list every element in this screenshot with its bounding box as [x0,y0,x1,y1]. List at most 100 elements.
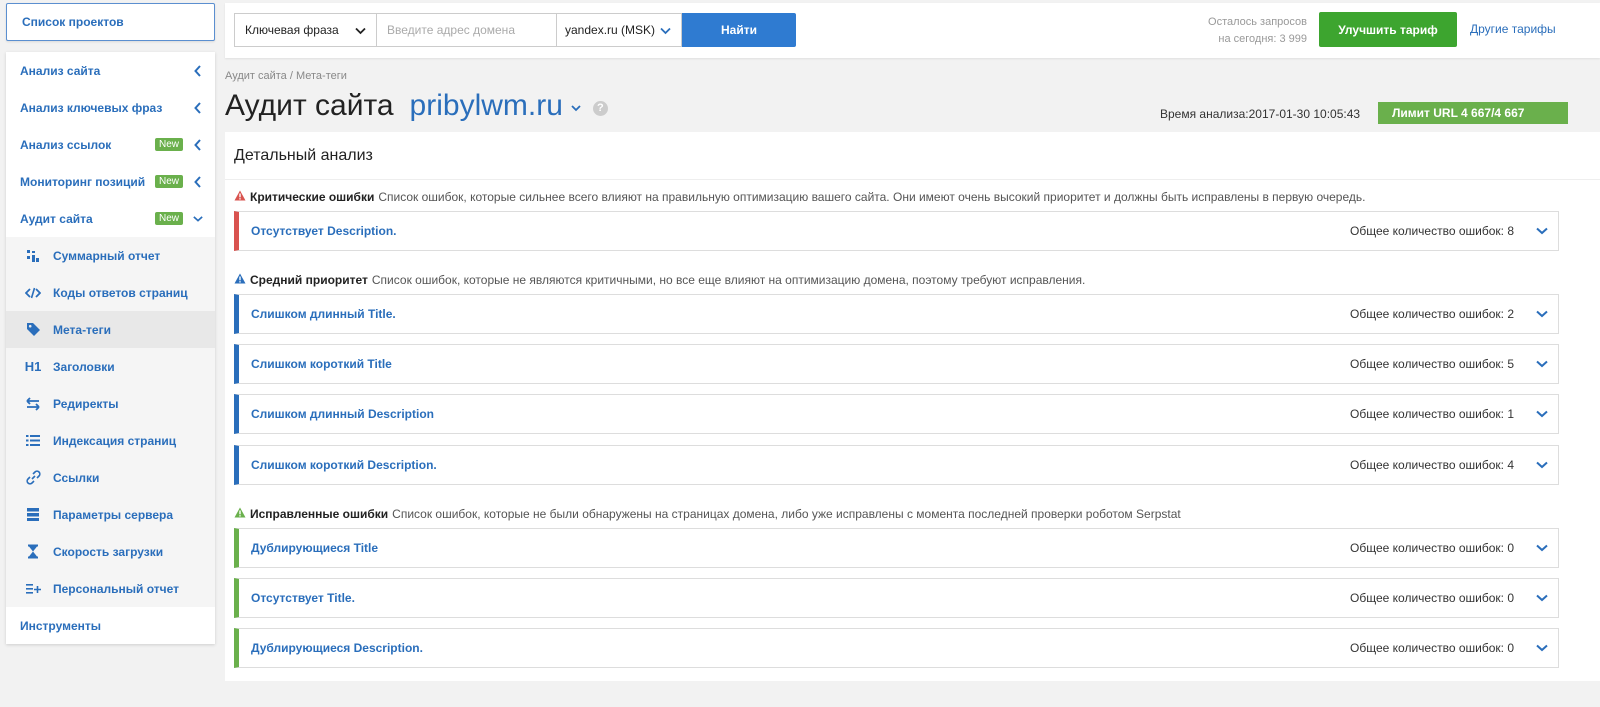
error-row[interactable]: Отсутствует Description. Общее количеств… [234,211,1559,251]
error-row[interactable]: Дублирующиеся Title Общее количество оши… [234,528,1559,568]
sidebar-subitem-headings[interactable]: H1 Заголовки [6,348,215,385]
sidebar-item-site-analysis[interactable]: Анализ сайта [6,52,215,89]
sidebar-subitem-label: Скорость загрузки [53,544,164,559]
sidebar-item-keyword-analysis[interactable]: Анализ ключевых фраз [6,89,215,126]
medium-section-header: Средний приоритет Список ошибок, которые… [234,273,1085,287]
new-badge: New [154,138,183,151]
chevron-left-icon [193,175,203,188]
sidebar-subitem-indexing[interactable]: Индексация страниц [6,422,215,459]
page-title-text: Аудит сайта [225,89,394,122]
remaining-line-2: на сегодня: 3 999 [1218,33,1307,45]
chevron-down-icon [660,24,671,38]
sidebar-subitem-label: Заголовки [53,359,115,374]
sidebar-item-label: Анализ ключевых фраз [20,100,163,115]
panel-title: Детальный анализ [225,132,1600,180]
error-row[interactable]: Слишком длинный Description Общее количе… [234,394,1559,434]
error-count: Общее количество ошибок: 0 [1350,541,1514,555]
sidebar-subitem-server-params[interactable]: Параметры сервера [6,496,215,533]
detailed-analysis-panel: Детальный анализ Критические ошибки Спис… [225,132,1600,681]
domain-selector[interactable]: pribylwm.ru [410,89,563,123]
sidebar-subitem-label: Суммарный отчет [53,248,161,263]
sidebar-subitem-label: Ссылки [53,470,100,485]
sidebar-subitem-label: Редиректы [53,396,119,411]
sidebar-subitem-links[interactable]: Ссылки [6,459,215,496]
error-name: Отсутствует Description. [251,224,397,238]
search-engine-select[interactable]: yandex.ru (MSK) [556,13,682,47]
warning-triangle-icon [234,507,246,521]
error-count: Общее количество ошибок: 0 [1350,641,1514,655]
sidebar-item-site-audit[interactable]: Аудит сайта New [6,200,215,237]
list-icon [23,434,43,447]
error-row[interactable]: Слишком короткий Title Общее количество … [234,344,1559,384]
error-row[interactable]: Дублирующиеся Description. Общее количес… [234,628,1559,668]
sidebar-subitem-meta-tags[interactable]: Мета-теги [6,311,215,348]
error-count: Общее количество ошибок: 2 [1350,307,1514,321]
link-icon [23,470,43,485]
sidebar-subitem-load-speed[interactable]: Скорость загрузки [6,533,215,570]
chevron-left-icon [193,64,203,77]
chevron-down-icon [1536,458,1548,472]
top-search-bar: Ключевая фраза yandex.ru (MSK) Найти Ост… [225,3,1600,58]
chevron-down-icon [1536,407,1548,421]
error-count: Общее количество ошибок: 0 [1350,591,1514,605]
sidebar-item-link-analysis[interactable]: Анализ ссылок New [6,126,215,163]
upgrade-plan-button[interactable]: Улучшить тариф [1319,12,1457,47]
chevron-down-icon [1536,641,1548,655]
medium-section-title: Средний приоритет [250,273,368,287]
error-count: Общее количество ошибок: 8 [1350,224,1514,238]
h1-icon: H1 [24,359,42,374]
critical-section-header: Критические ошибки Список ошибок, которы… [234,190,1365,204]
error-count: Общее количество ошибок: 4 [1350,458,1514,472]
chevron-down-icon [1536,307,1548,321]
error-row[interactable]: Слишком длинный Title. Общее количество … [234,294,1559,334]
new-badge: New [154,175,183,188]
other-tariffs-link[interactable]: Другие тарифы [1470,22,1556,36]
sidebar-subitem-label: Коды ответов страниц [53,285,188,300]
chevron-down-icon [1536,541,1548,555]
keyword-type-select[interactable]: Ключевая фраза [234,13,377,47]
error-name: Слишком короткий Description. [251,458,437,472]
sidebar-submenu: Суммарный отчет Коды ответов страниц Мет… [6,237,215,607]
sidebar-subitem-summary[interactable]: Суммарный отчет [6,237,215,274]
sidebar-subitem-personal-report[interactable]: Персональный отчет [6,570,215,607]
chevron-left-icon [193,138,203,151]
domain-input[interactable] [376,13,557,47]
sidebar-item-label: Инструменты [20,618,102,633]
chevron-down-icon [355,24,366,38]
page-title: Аудит сайта pribylwm.ru ? [225,89,608,123]
critical-section-title: Критические ошибки [250,190,375,204]
tag-icon [23,322,43,337]
breadcrumb: Аудит сайта / Мета-теги [225,70,347,82]
error-count: Общее количество ошибок: 1 [1350,407,1514,421]
error-name: Слишком длинный Title. [251,307,396,321]
sidebar-item-label: Анализ сайта [20,63,101,78]
list-plus-icon [23,583,43,595]
sidebar-item-label: Анализ ссылок [20,137,112,152]
warning-triangle-icon [234,190,246,204]
remaining-requests: Осталось запросов на сегодня: 3 999 [1208,14,1307,48]
chevron-down-icon [1536,357,1548,371]
sidebar-item-tools[interactable]: Инструменты [6,607,215,644]
find-button[interactable]: Найти [682,13,796,47]
error-count: Общее количество ошибок: 5 [1350,357,1514,371]
new-badge: New [154,212,183,225]
sidebar-subitem-label: Параметры сервера [53,507,174,522]
sidebar-item-position-monitoring[interactable]: Мониторинг позиций New [6,163,215,200]
chevron-down-icon[interactable] [571,101,581,115]
sidebar-subitem-label: Мета-теги [53,322,111,337]
fixed-section-desc: Список ошибок, которые не были обнаружен… [392,507,1181,521]
sidebar-subitem-label: Персональный отчет [53,581,180,596]
server-icon [23,507,43,522]
sidebar-subitem-redirects[interactable]: Редиректы [6,385,215,422]
sidebar-subitem-response-codes[interactable]: Коды ответов страниц [6,274,215,311]
projects-list-button[interactable]: Список проектов [6,3,215,41]
chevron-down-icon [193,215,203,223]
chevron-down-icon [1536,224,1548,238]
fixed-section-header: Исправленные ошибки Список ошибок, котор… [234,507,1181,521]
error-row[interactable]: Слишком короткий Description. Общее коли… [234,445,1559,485]
error-name: Дублирующиеся Title [251,541,379,555]
help-icon[interactable]: ? [592,100,608,116]
chevron-down-icon [1536,591,1548,605]
error-row[interactable]: Отсутствует Title. Общее количество ошиб… [234,578,1559,618]
error-name: Слишком длинный Description [251,407,434,421]
